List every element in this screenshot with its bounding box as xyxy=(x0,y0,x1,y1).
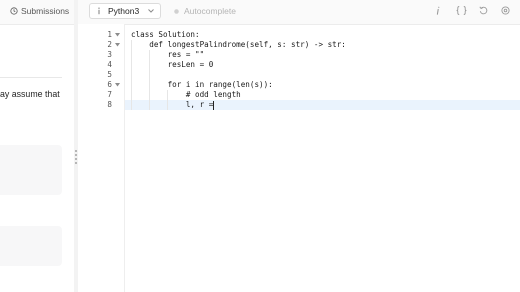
code-line: l, r = xyxy=(131,100,214,109)
line-number: 4 xyxy=(107,60,112,69)
drag-grip-icon xyxy=(75,150,77,170)
history-icon xyxy=(10,7,18,15)
braces-icon[interactable] xyxy=(456,6,467,15)
info-icon xyxy=(98,7,100,15)
editor-toolbar: Python3 Autocomplete xyxy=(78,0,520,25)
fold-chevron-icon[interactable] xyxy=(115,83,120,87)
autocomplete-label: Autocomplete xyxy=(184,6,236,16)
text-cursor xyxy=(213,101,214,110)
line-number: 5 xyxy=(107,70,112,79)
autocomplete-dot-icon xyxy=(174,8,179,14)
code-line: class Solution: xyxy=(131,30,200,39)
reset-icon[interactable] xyxy=(479,6,488,15)
language-select-value: Python3 xyxy=(108,6,140,16)
settings-icon[interactable] xyxy=(501,6,510,15)
fold-chevron-icon[interactable] xyxy=(115,43,120,47)
line-number: 8 xyxy=(107,100,112,109)
problem-description-text: ay assume that xyxy=(0,89,60,99)
language-select[interactable]: Python3 xyxy=(89,3,161,19)
code-line: for i in range(len(s)): xyxy=(131,80,273,89)
line-number-gutter: 1 2 3 4 5 6 7 8 xyxy=(78,24,124,292)
code-editor[interactable]: class Solution: def longestPalindrome(se… xyxy=(125,24,520,292)
code-line: def longestPalindrome(self, s: str) -> s… xyxy=(131,40,346,49)
fold-chevron-icon[interactable] xyxy=(115,33,120,37)
example-block xyxy=(0,145,62,195)
tab-submissions[interactable]: Submissions xyxy=(10,6,69,16)
chevron-down-icon xyxy=(148,9,154,13)
line-number: 7 xyxy=(107,90,112,99)
problem-panel: Submissions ay assume that xyxy=(0,0,74,292)
tab-submissions-label: Submissions xyxy=(21,6,70,16)
problem-panel-header: Submissions xyxy=(0,0,74,25)
line-number: 1 xyxy=(107,30,112,39)
line-number: 6 xyxy=(107,80,112,89)
line-number: 2 xyxy=(107,40,112,49)
autocomplete-toggle[interactable]: Autocomplete xyxy=(173,6,236,16)
line-number: 3 xyxy=(107,50,112,59)
example-block xyxy=(0,226,62,266)
section-divider xyxy=(0,77,62,78)
info-icon[interactable] xyxy=(434,6,443,15)
code-line: resLen = 0 xyxy=(131,60,214,69)
code-line: # odd length xyxy=(131,90,241,99)
code-line: res = "" xyxy=(131,50,205,59)
